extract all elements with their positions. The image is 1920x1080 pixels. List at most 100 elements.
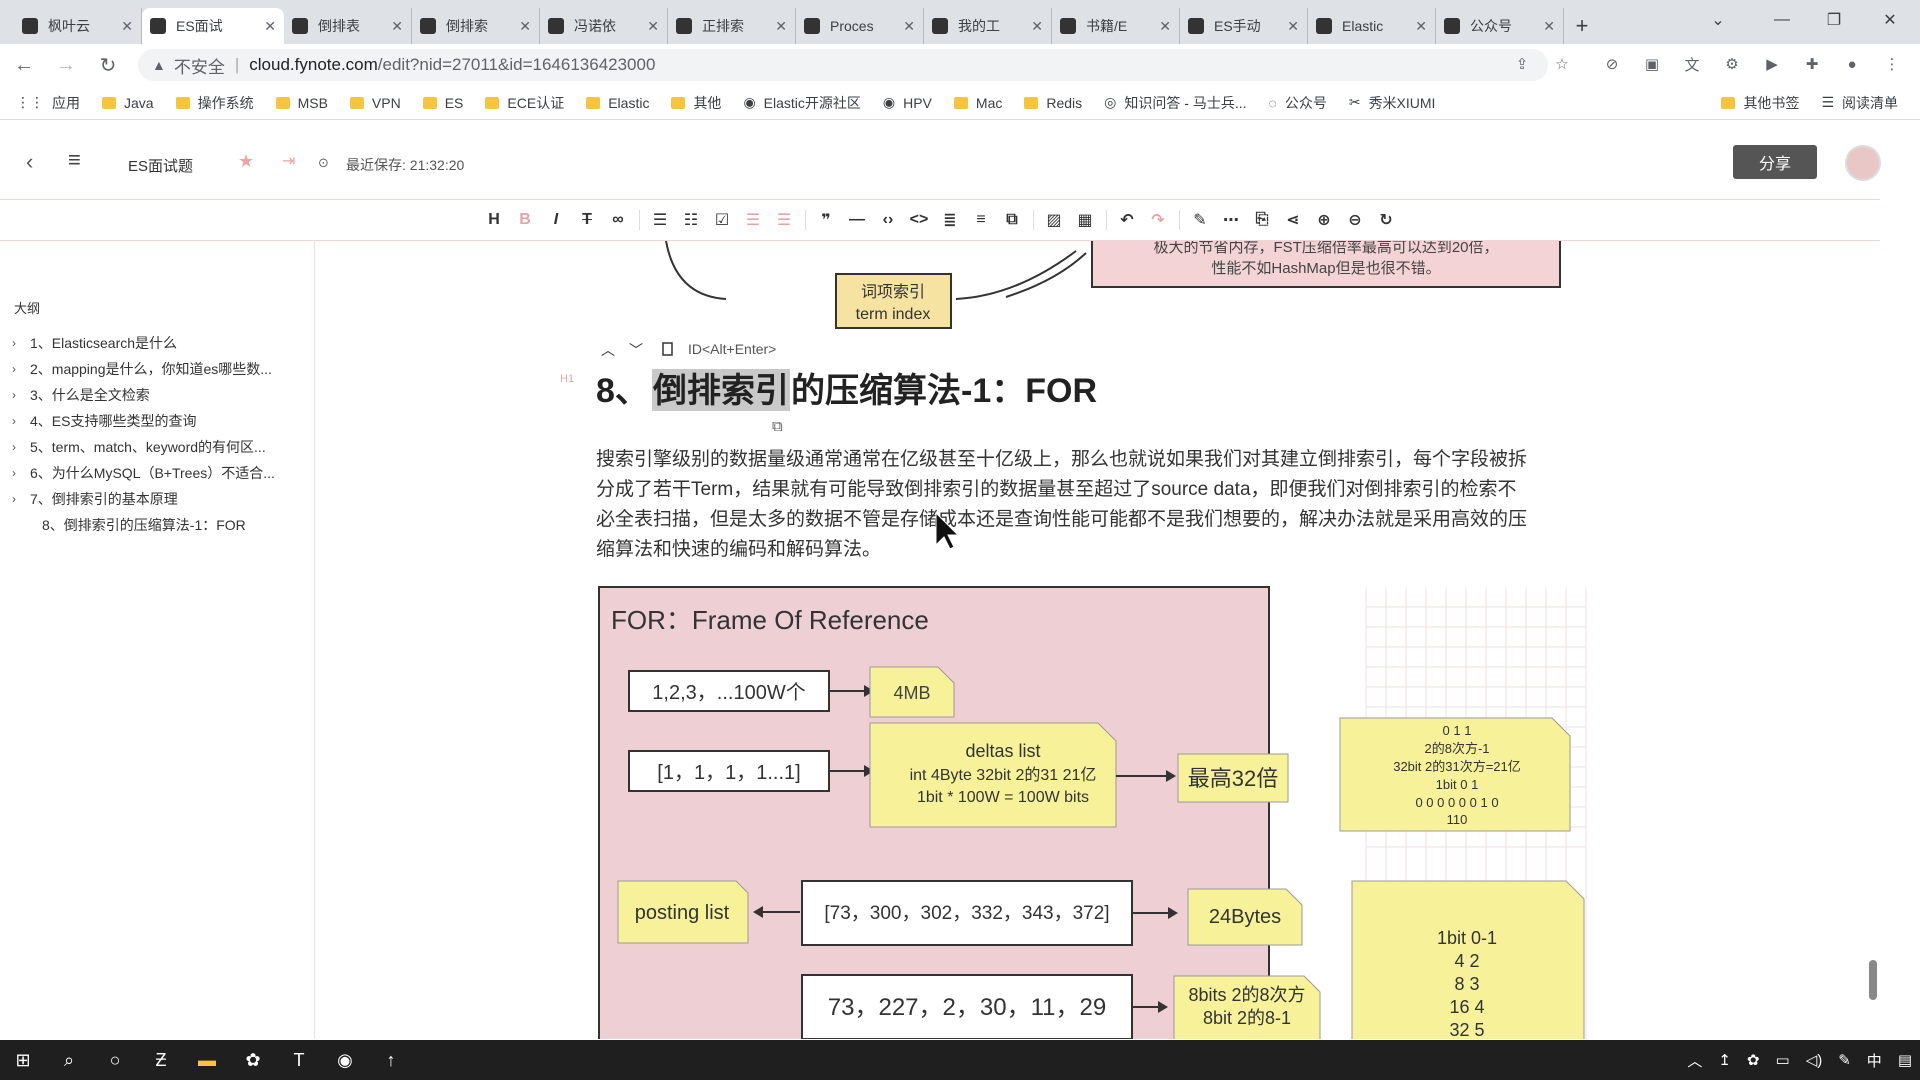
redo-icon[interactable]: ↷ [1143, 205, 1174, 235]
hamburger-menu-icon[interactable]: ≡ [68, 147, 81, 173]
outline-item[interactable]: › 3、什么是全文检索 [12, 385, 302, 405]
close-tab-icon[interactable]: ✕ [391, 18, 403, 35]
browser-tab[interactable]: Elastic ✕ [1308, 8, 1436, 44]
close-tab-icon[interactable]: ✕ [1287, 18, 1299, 35]
cortana-icon[interactable]: ○ [92, 1040, 138, 1080]
bookmark-item[interactable]: ◎ 知识问答 - 马士兵... [1104, 93, 1246, 113]
notification-icon[interactable]: ▤ [1898, 1051, 1912, 1069]
bullet-list-icon[interactable]: ☰ [645, 205, 676, 235]
table-icon[interactable]: ▦ [1070, 205, 1101, 235]
bookmark-item[interactable]: 其他 [671, 93, 721, 113]
more-icon[interactable]: ⋯ [1216, 205, 1247, 235]
expand-chevron-icon[interactable]: › [12, 336, 28, 350]
outdent-icon[interactable]: ☰ [738, 205, 769, 235]
move-down-icon[interactable]: ﹀ [629, 342, 643, 358]
move-folder-icon[interactable]: ⇥ [282, 151, 295, 171]
bookmark-item[interactable]: ✂ 秀米XIUMI [1349, 93, 1436, 113]
search-icon[interactable]: ⌕ [46, 1040, 92, 1080]
pen-icon[interactable]: ✎ [1185, 205, 1216, 235]
bookmark-item[interactable]: 操作系统 [175, 93, 254, 113]
back-arrow-icon[interactable]: ‹ [26, 149, 33, 175]
mindmap-icon[interactable]: ⋖ [1278, 205, 1309, 235]
browser-tab[interactable]: 冯诺依 ✕ [540, 8, 668, 44]
close-window-button[interactable]: ✕ [1862, 0, 1918, 40]
browser-tab[interactable]: Proces ✕ [796, 8, 924, 44]
chrome-icon[interactable]: ◉ [322, 1040, 368, 1080]
browser-tab[interactable]: 书籍/E ✕ [1052, 8, 1180, 44]
quote-icon[interactable]: ❞ [811, 205, 842, 235]
bookmark-item[interactable]: MSB [275, 95, 328, 111]
tray-app-icon[interactable]: ✿ [1747, 1051, 1760, 1069]
numbered-list-icon[interactable]: ☷ [676, 205, 707, 235]
extension-lock-icon[interactable]: ⊘ [1600, 52, 1624, 76]
tray-volume-icon[interactable]: ◁) [1806, 1051, 1823, 1069]
translate-popup-icon[interactable]: ⧉ [772, 418, 783, 435]
windows-start-icon[interactable]: ⊞ [0, 1040, 46, 1080]
browser-tab[interactable]: 正排索 ✕ [668, 8, 796, 44]
close-tab-icon[interactable]: ✕ [264, 18, 276, 35]
favorite-star-icon[interactable]: ★ [238, 151, 254, 172]
typora-icon[interactable]: T [276, 1040, 322, 1080]
expand-chevron-icon[interactable]: › [12, 388, 28, 402]
delete-block-icon[interactable] [662, 342, 673, 356]
close-tab-icon[interactable]: ✕ [647, 18, 659, 35]
copy-icon[interactable]: ⧉ [997, 205, 1028, 235]
outline-item[interactable]: › 5、term、match、keyword的有何区... [12, 437, 302, 457]
bookmark-item[interactable]: ECE认证 [485, 93, 564, 113]
bookmark-item[interactable]: ◉ HPV [883, 94, 932, 111]
browser-menu-icon[interactable]: ⋮ [1880, 52, 1904, 76]
bookmark-item[interactable]: Mac [953, 95, 1002, 111]
image-icon[interactable]: ▨ [1039, 205, 1070, 235]
code-block-icon[interactable]: <> [904, 205, 935, 235]
browser-tab[interactable]: ES手动 ✕ [1180, 8, 1308, 44]
move-up-icon[interactable]: ︿ [601, 342, 615, 358]
bold-icon[interactable]: B [510, 205, 541, 235]
reload-icon[interactable]: ↻ [90, 47, 126, 83]
other-bookmarks[interactable]: 其他书签 [1721, 93, 1799, 113]
bookmark-item[interactable]: ◉ Elastic开源社区 [743, 93, 860, 113]
browser-tab[interactable]: ES面试 ✕ [142, 8, 284, 44]
heading-icon[interactable]: H [479, 205, 510, 235]
video-icon[interactable]: ▶ [1760, 52, 1784, 76]
horizontal-rule-icon[interactable]: — [842, 205, 873, 235]
app-z-icon[interactable]: Ƶ [138, 1040, 184, 1080]
browser-tab[interactable]: 枫叶云 ✕ [14, 8, 142, 44]
bookmark-item[interactable]: VPN [349, 95, 401, 111]
share-page-icon[interactable]: ⇪ [1510, 52, 1534, 76]
forward-icon[interactable]: → [48, 47, 84, 83]
close-tab-icon[interactable]: ✕ [1031, 18, 1043, 35]
back-icon[interactable]: ← [6, 47, 42, 83]
user-avatar[interactable] [1845, 145, 1881, 181]
outline-item[interactable]: › 4、ES支持哪些类型的查询 [12, 411, 302, 431]
checklist-icon[interactable]: ☑ [707, 205, 738, 235]
editor-content[interactable]: 词项索引 term index 极大的节省内存，FST压缩倍率最高可以达到20倍… [316, 241, 1880, 1039]
expand-chevron-icon[interactable]: › [12, 466, 28, 480]
outline-item[interactable]: › 7、倒排索引的基本原理 [12, 489, 302, 509]
maximize-button[interactable]: ❐ [1806, 0, 1862, 40]
zoom-out-icon[interactable]: ⊖ [1340, 205, 1371, 235]
browser-tab[interactable]: 公众号 ✕ [1436, 8, 1564, 44]
browser-tab[interactable]: 倒排索 ✕ [412, 8, 540, 44]
refresh-icon[interactable]: ↻ [1371, 205, 1402, 235]
italic-icon[interactable]: I [541, 205, 572, 235]
browser-tab[interactable]: 我的工 ✕ [924, 8, 1052, 44]
close-tab-icon[interactable]: ✕ [121, 18, 133, 35]
minimize-button[interactable]: — [1754, 0, 1810, 40]
link-icon[interactable]: ∞ [603, 205, 634, 235]
tray-pen-icon[interactable]: ✎ [1838, 1051, 1851, 1069]
outline-item[interactable]: › 1、Elasticsearch是什么 [12, 333, 302, 353]
editor-scrollbar[interactable] [1869, 960, 1877, 1000]
browser-tab[interactable]: 倒排表 ✕ [284, 8, 412, 44]
close-tab-icon[interactable]: ✕ [903, 18, 915, 35]
bookmark-item[interactable]: Java [102, 95, 154, 111]
inline-code-icon[interactable]: ‹› [873, 205, 904, 235]
new-tab-icon[interactable]: + [1564, 8, 1600, 44]
bookmark-icon[interactable]: ⎘ [1247, 205, 1278, 235]
expand-chevron-icon[interactable]: › [12, 440, 28, 454]
bookmark-item[interactable]: ES [422, 95, 463, 111]
indent-icon[interactable]: ☰ [769, 205, 800, 235]
extension-tool-icon[interactable]: ⚙ [1720, 52, 1744, 76]
outline-item[interactable]: › 2、mapping是什么，你知道es哪些数... [12, 359, 302, 379]
extension-jh-icon[interactable]: ▣ [1640, 52, 1664, 76]
app-arrow-icon[interactable]: ↑ [368, 1040, 414, 1080]
